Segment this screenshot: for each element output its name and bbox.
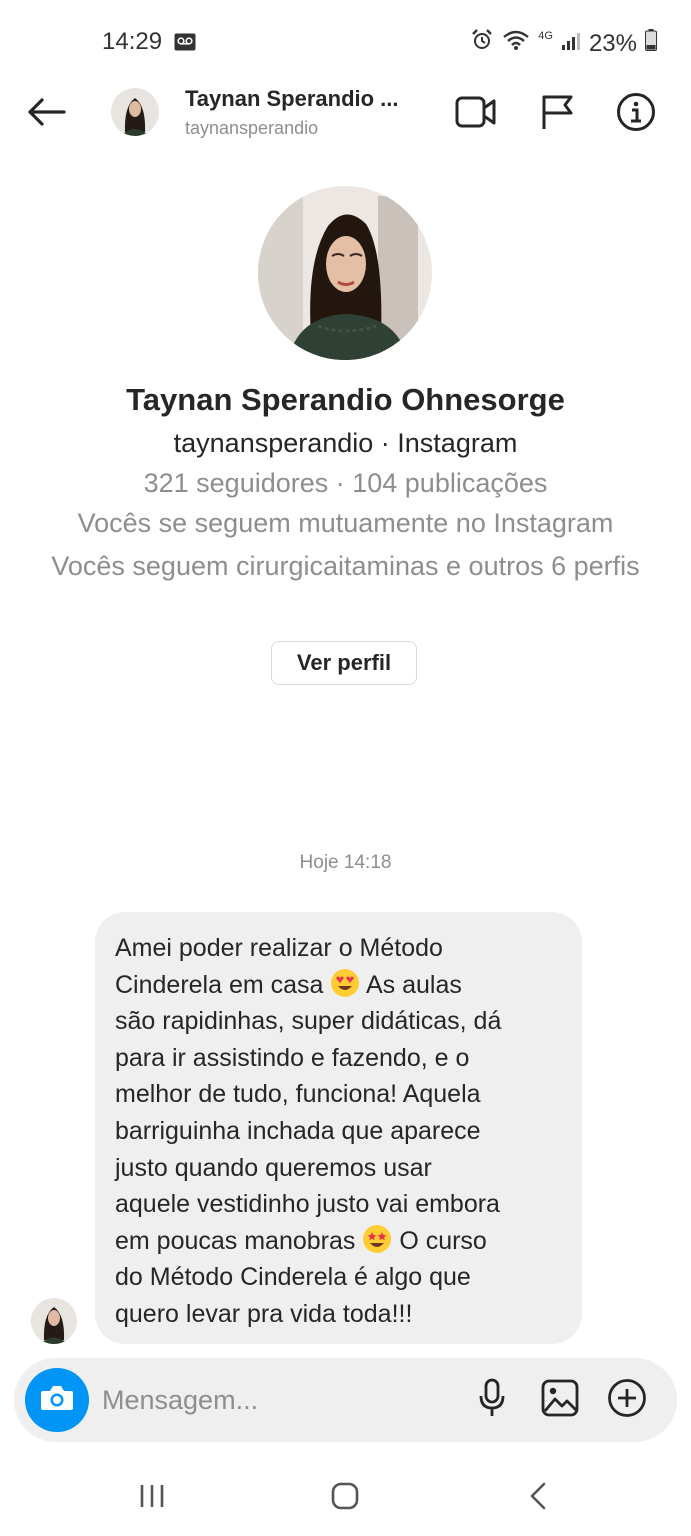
message-line: aquele vestidinho justo vai embora [115, 1190, 500, 1219]
info-icon [616, 92, 656, 137]
message-line: Cinderela em casa As aulas [115, 967, 562, 1004]
alarm-icon [470, 28, 494, 59]
more-options-button[interactable] [605, 1378, 649, 1422]
message-sender-avatar[interactable] [31, 1298, 77, 1344]
mutual-follow-text: Vocês se seguem mutuamente no Instagram [77, 508, 614, 538]
signal-icon [561, 30, 581, 58]
battery-text: 23% [588, 29, 637, 57]
add-icon [607, 1378, 647, 1423]
report-button[interactable] [535, 92, 579, 136]
profile-stats: 321 seguidores · 104 publicações [143, 468, 548, 498]
header-name[interactable]: Taynan Sperandio ... [185, 86, 399, 112]
header-username: taynansperandio [185, 118, 319, 138]
home-button[interactable] [323, 1478, 367, 1518]
date-separator: Hoje 14:18 [299, 852, 392, 873]
profile-username-line: taynansperandio · Instagram [173, 428, 518, 458]
message-line: quero levar pra vida toda!!! [115, 1299, 413, 1328]
message-line: do Método Cinderela é algo que [115, 1263, 471, 1292]
message-line: em poucas manobras O curso [115, 1223, 562, 1260]
gallery-icon [541, 1379, 579, 1422]
microphone-icon [477, 1378, 507, 1423]
message-line: barriguinha inchada que aparece [115, 1116, 481, 1145]
back-icon [526, 1481, 550, 1516]
message-line: são rapidinhas, super didáticas, dá [115, 1007, 502, 1036]
wifi-icon [502, 29, 530, 58]
message-line: Amei poder realizar o Método [115, 934, 443, 962]
voice-message-button[interactable] [470, 1378, 514, 1422]
message-bubble[interactable]: Amei poder realizar o Método Cinderela e… [95, 912, 582, 1344]
profile-photo [258, 186, 432, 360]
profile-full-name: Taynan Sperandio Ohnesorge [126, 382, 565, 417]
camera-icon [39, 1383, 75, 1418]
back-arrow-icon [26, 97, 66, 132]
message-line: para ir assistindo e fazendo, e o [115, 1043, 470, 1072]
star-struck-emoji [362, 1224, 392, 1254]
heart-eyes-emoji [330, 968, 360, 998]
status-icons: 4G 23% [470, 28, 657, 59]
message-line: justo quando queremos usar [115, 1153, 432, 1182]
status-time: 14:29 [102, 28, 163, 55]
gallery-button[interactable] [538, 1378, 582, 1422]
view-profile-button[interactable]: Ver perfil [271, 641, 417, 685]
message-line: melhor de tudo, funciona! Aquela [115, 1080, 481, 1109]
system-back-button[interactable] [516, 1478, 560, 1518]
video-call-icon [455, 95, 497, 134]
flag-icon [539, 93, 575, 136]
home-icon [330, 1481, 360, 1516]
camera-button[interactable] [25, 1368, 89, 1432]
recent-apps-button[interactable] [130, 1478, 174, 1518]
common-follows-text: Vocês seguem cirurgicaitaminas e outros … [51, 551, 640, 581]
video-call-button[interactable] [454, 92, 498, 136]
info-button[interactable] [614, 92, 658, 136]
header-avatar[interactable] [111, 88, 159, 136]
voicemail-icon [174, 33, 196, 56]
battery-icon [645, 29, 657, 58]
message-input[interactable] [102, 1380, 452, 1420]
network-label: 4G [538, 29, 553, 42]
back-button[interactable] [24, 92, 68, 136]
recent-apps-icon [137, 1483, 167, 1514]
